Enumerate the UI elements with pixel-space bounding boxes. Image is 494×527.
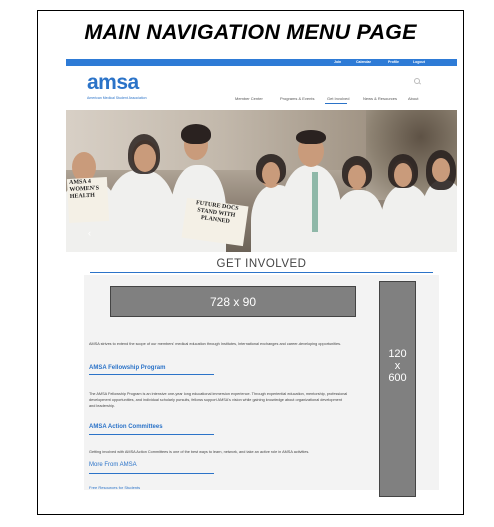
search-icon[interactable] xyxy=(414,78,420,84)
nav-get-involved[interactable]: Get Involved xyxy=(327,96,349,101)
nav-programs-events[interactable]: Programs & Events xyxy=(280,96,314,101)
calendar-link[interactable]: Calendar xyxy=(356,59,371,66)
site-mockup: Join Calendar Profile Logout amsa Americ… xyxy=(66,59,457,507)
nav-member-center[interactable]: Member Center xyxy=(235,96,263,101)
hero-photo: AMSA 4 WOMEN'S HEALTH FUTURE DOCS STAND … xyxy=(66,110,457,252)
ad-placeholder-wide: 728 x 90 xyxy=(110,286,356,317)
logo-subtitle: American Medical Student Association xyxy=(87,96,147,100)
section-title: GET INVOLVED xyxy=(216,258,307,270)
join-link[interactable]: Join xyxy=(334,59,341,66)
nav-about[interactable]: About xyxy=(408,96,418,101)
ad-placeholder-tall: 120 x 600 xyxy=(379,281,416,497)
committees-underline xyxy=(89,434,214,435)
intro-text: AMSA strives to extend the scope of our … xyxy=(89,342,342,346)
amsa-logo[interactable]: amsa xyxy=(87,71,139,95)
fellowship-underline xyxy=(89,374,214,375)
section-divider xyxy=(90,272,433,273)
ad-tall-width: 120 xyxy=(388,348,407,360)
more-underline xyxy=(89,473,214,474)
free-resources-link[interactable]: Free Resources for Students xyxy=(89,485,140,490)
nav-active-indicator xyxy=(325,103,347,104)
ad-tall-x: x xyxy=(394,360,401,372)
committees-heading[interactable]: AMSA Action Committees xyxy=(89,424,163,430)
carousel-prev-icon[interactable]: ‹ xyxy=(88,228,91,238)
fellowship-text: The AMSA Fellowship Program is an intens… xyxy=(89,392,348,408)
more-from-amsa-heading: More From AMSA xyxy=(89,462,137,468)
nav-news-resources[interactable]: News & Resources xyxy=(363,96,397,101)
ad-tall-height: 600 xyxy=(388,372,407,384)
protest-sign-left: AMSA 4 WOMEN'S HEALTH xyxy=(66,176,110,224)
protest-sign-center: FUTURE DOCS STAND WITH PLANNED xyxy=(181,197,249,247)
profile-link[interactable]: Profile xyxy=(388,59,399,66)
logout-link[interactable]: Logout xyxy=(413,59,425,66)
committees-text: Getting involved with AMSA Action Commit… xyxy=(89,450,310,454)
fellowship-heading[interactable]: AMSA Fellowship Program xyxy=(89,365,165,371)
page-heading: MAIN NAVIGATION MENU PAGE xyxy=(84,20,417,44)
top-utility-bar: Join Calendar Profile Logout xyxy=(66,59,457,66)
